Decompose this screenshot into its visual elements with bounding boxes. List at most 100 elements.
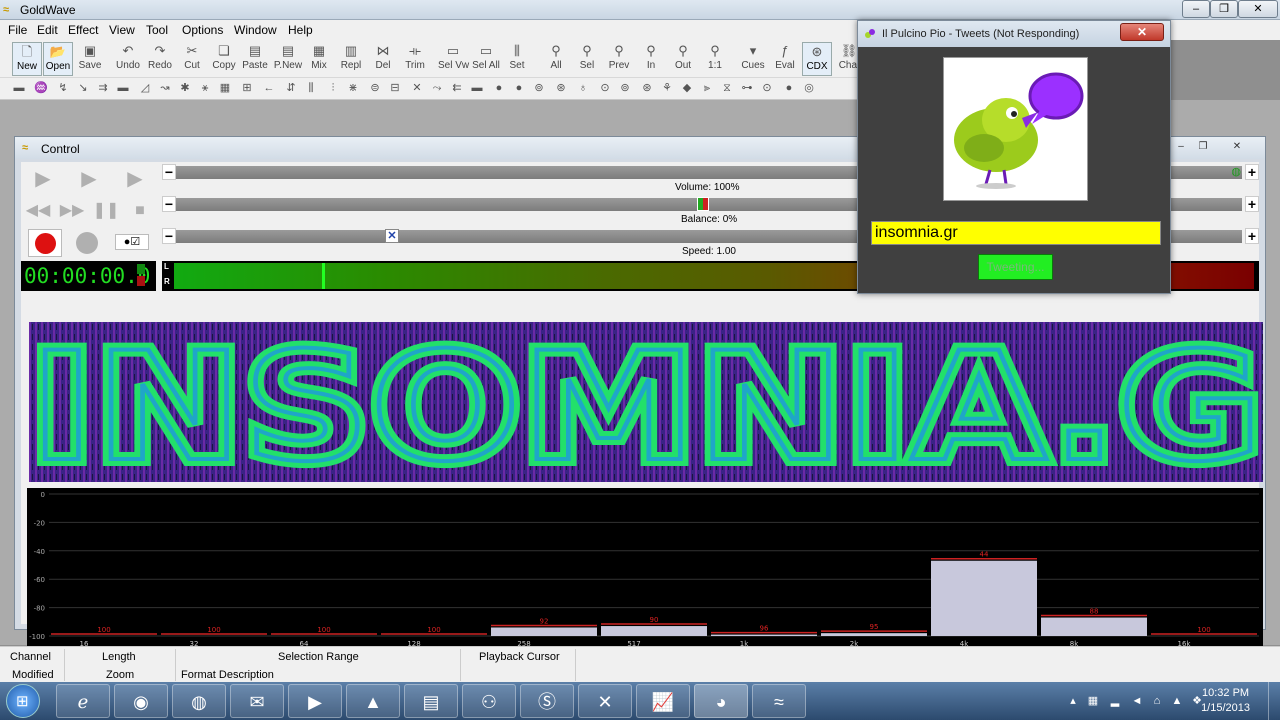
effect-icon[interactable]: ⫸ bbox=[700, 81, 714, 95]
effect-icon[interactable]: ▬ bbox=[470, 81, 484, 95]
effect-icon[interactable]: ↯ bbox=[56, 81, 70, 95]
volume-plus-button[interactable]: + bbox=[1245, 164, 1259, 180]
effect-icon[interactable]: ♒ bbox=[34, 81, 48, 95]
undo-button[interactable]: ↶ Undo bbox=[113, 42, 143, 76]
vlc-icon[interactable]: ▲ bbox=[346, 684, 400, 718]
effect-icon[interactable]: ↝ bbox=[158, 81, 172, 95]
effect-icon[interactable]: ◿ bbox=[138, 81, 152, 95]
explorer-icon[interactable]: ▤ bbox=[404, 684, 458, 718]
cdx-button[interactable]: ⊛ CDX bbox=[802, 42, 832, 76]
effect-icon[interactable]: ⤳ bbox=[430, 81, 444, 95]
effect-icon[interactable]: ● bbox=[782, 81, 796, 95]
set-button[interactable]: ⫼ Set bbox=[502, 42, 532, 76]
menu-effect[interactable]: Effect bbox=[68, 23, 98, 37]
speed-minus-button[interactable]: − bbox=[162, 228, 176, 244]
tray-volume-icon[interactable]: ◄ bbox=[1130, 694, 1144, 708]
paste-button[interactable]: ▤ Paste bbox=[240, 42, 270, 76]
skype-icon[interactable]: Ⓢ bbox=[520, 684, 574, 718]
effect-icon[interactable]: ⇵ bbox=[284, 81, 298, 95]
effect-icon[interactable]: ◎ bbox=[802, 81, 816, 95]
save-button[interactable]: ▣ Save bbox=[75, 42, 105, 76]
trim-button[interactable]: ⟛ Trim bbox=[400, 42, 430, 76]
zoom-selection-button[interactable]: ⚲ Sel bbox=[572, 42, 602, 76]
effect-icon[interactable]: ▦ bbox=[218, 81, 232, 95]
control-minimize-button[interactable]: – bbox=[1171, 140, 1191, 154]
zoom-in-button[interactable]: ⚲ In bbox=[636, 42, 666, 76]
mail-icon[interactable]: ✉ bbox=[230, 684, 284, 718]
volume-minus-button[interactable]: − bbox=[162, 164, 176, 180]
effect-icon[interactable]: ⊟ bbox=[388, 81, 402, 95]
effect-icon[interactable]: ⫼ bbox=[304, 81, 318, 95]
rewind-icon[interactable]: ◀◀ bbox=[23, 198, 53, 224]
zoom-1-1-button[interactable]: ⚲ 1:1 bbox=[700, 42, 730, 76]
effect-icon[interactable]: ⊚ bbox=[618, 81, 632, 95]
replace-button[interactable]: ▥ Repl bbox=[336, 42, 366, 76]
chrome-icon[interactable]: ◉ bbox=[114, 684, 168, 718]
effect-icon[interactable]: ⊙ bbox=[598, 81, 612, 95]
effect-icon[interactable]: ▬ bbox=[116, 81, 130, 95]
effect-icon[interactable]: ⊙ bbox=[760, 81, 774, 95]
effect-icon[interactable]: ▬ bbox=[12, 81, 26, 95]
chart-app-icon[interactable]: 📈 bbox=[636, 684, 690, 718]
system-clock[interactable]: 10:32 PM 1/15/2013 bbox=[1201, 686, 1250, 716]
balance-plus-button[interactable]: + bbox=[1245, 196, 1259, 212]
menu-edit[interactable]: Edit bbox=[37, 23, 58, 37]
zoom-previous-button[interactable]: ⚲ Prev bbox=[604, 42, 634, 76]
effect-icon[interactable]: ⊛ bbox=[640, 81, 654, 95]
tray-network-icon[interactable]: ⌂ bbox=[1150, 694, 1164, 708]
effect-icon[interactable]: ⧖ bbox=[720, 81, 734, 95]
play-selection-icon[interactable]: ▶ bbox=[74, 166, 104, 192]
balance-minus-button[interactable]: − bbox=[162, 196, 176, 212]
effect-icon[interactable]: ⊶ bbox=[740, 81, 754, 95]
balance-thumb[interactable] bbox=[697, 197, 709, 211]
tray-device-icon[interactable]: ▦ bbox=[1086, 694, 1100, 708]
paste-new-button[interactable]: ▤ P.New bbox=[273, 42, 303, 76]
play-from-cursor-icon[interactable]: ▶ bbox=[120, 166, 150, 192]
effect-icon[interactable]: ♁ bbox=[576, 81, 590, 95]
effect-icon[interactable]: ⊛ bbox=[554, 81, 568, 95]
menu-file[interactable]: File bbox=[8, 23, 27, 37]
effect-icon[interactable]: ◆ bbox=[680, 81, 694, 95]
pulcino-taskbar-icon[interactable]: ◕ bbox=[694, 684, 748, 718]
effect-icon[interactable]: ● bbox=[492, 81, 506, 95]
tray-drive-icon[interactable]: ▲ bbox=[1170, 694, 1184, 708]
eval-button[interactable]: ƒ Eval bbox=[770, 42, 800, 76]
crossover-icon[interactable]: ✕ bbox=[578, 684, 632, 718]
zoom-out-button[interactable]: ⚲ Out bbox=[668, 42, 698, 76]
tray-signal-icon[interactable]: ▂ bbox=[1108, 694, 1122, 708]
speed-plus-button[interactable]: + bbox=[1245, 228, 1259, 244]
effect-icon[interactable]: ⋇ bbox=[346, 81, 360, 95]
menu-tool[interactable]: Tool bbox=[146, 23, 168, 37]
menu-window[interactable]: Window bbox=[234, 23, 277, 37]
effect-icon[interactable]: ⚘ bbox=[660, 81, 674, 95]
menu-help[interactable]: Help bbox=[288, 23, 313, 37]
record-button[interactable] bbox=[28, 229, 62, 257]
delete-button[interactable]: ⋈ Del bbox=[368, 42, 398, 76]
speed-thumb[interactable]: ✕ bbox=[385, 229, 399, 243]
control-restore-button[interactable]: ❐ bbox=[1193, 140, 1213, 154]
effect-icon[interactable]: ⫶ bbox=[326, 81, 340, 95]
new-button[interactable]: 🗋 New bbox=[12, 42, 42, 76]
cut-button[interactable]: ✂ Cut bbox=[177, 42, 207, 76]
pause-icon[interactable]: ❚❚ bbox=[91, 198, 121, 224]
mix-button[interactable]: ▦ Mix bbox=[304, 42, 334, 76]
effect-icon[interactable]: ✱ bbox=[178, 81, 192, 95]
start-button[interactable]: ⊞ bbox=[6, 684, 40, 718]
menu-options[interactable]: Options bbox=[182, 23, 223, 37]
minimize-button[interactable]: – bbox=[1182, 0, 1210, 18]
monitor-checkbox[interactable]: ●☑ bbox=[115, 234, 149, 250]
zoom-all-button[interactable]: ⚲ All bbox=[541, 42, 571, 76]
copy-button[interactable]: ❏ Copy bbox=[209, 42, 239, 76]
effect-icon[interactable]: ⇇ bbox=[450, 81, 464, 95]
effect-icon[interactable]: ⊚ bbox=[532, 81, 546, 95]
show-desktop-button[interactable] bbox=[1268, 682, 1280, 720]
menu-view[interactable]: View bbox=[109, 23, 135, 37]
fast-forward-icon[interactable]: ▶▶ bbox=[57, 198, 87, 224]
network-icon[interactable]: ⚇ bbox=[462, 684, 516, 718]
select-all-button[interactable]: ▭ Sel All bbox=[471, 42, 501, 76]
media-player-icon[interactable]: ▶ bbox=[288, 684, 342, 718]
tweet-input[interactable]: insomnia.gr bbox=[871, 221, 1161, 245]
tweet-close-button[interactable]: ✕ bbox=[1120, 23, 1164, 41]
restore-button[interactable]: ❐ bbox=[1210, 0, 1238, 18]
control-close-button[interactable]: ✕ bbox=[1227, 140, 1247, 154]
